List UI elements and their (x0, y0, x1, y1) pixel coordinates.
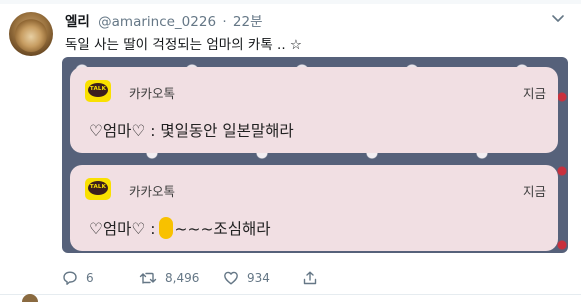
notification-message: ♡엄마♡ : 몇일동안 일본말해라 (89, 122, 294, 140)
notification-app-name: 카카오톡 (129, 86, 176, 101)
notification-card: TALK 카카오톡 지금 ♡엄마♡ : ~~~조심해라 (70, 165, 558, 251)
retweet-button[interactable]: 8,496 (139, 268, 199, 288)
message-suffix: ~~~조심해라 (174, 220, 271, 238)
like-button[interactable]: 934 (223, 268, 270, 288)
like-icon (224, 271, 238, 285)
tweet-time[interactable]: 22분 (233, 14, 263, 30)
notification-app-name: 카카오톡 (129, 184, 176, 199)
chevron-down-icon[interactable] (551, 13, 565, 23)
talk-logo-text: TALK (89, 184, 107, 190)
like-count: 934 (247, 271, 270, 285)
retweet-count: 8,496 (165, 271, 200, 285)
reply-icon (63, 271, 77, 285)
share-icon (303, 271, 317, 285)
tweet-image[interactable]: TALK 카카오톡 지금 ♡엄마♡ : 몇일동안 일본말해라 TALK 카카오톡… (62, 57, 568, 253)
notification-message: ♡엄마♡ : ~~~조심해라 (89, 217, 270, 239)
message-prefix: ♡엄마♡ : (89, 220, 156, 238)
avatar-lion-image (15, 18, 47, 52)
kakaotalk-logo-icon: TALK (85, 80, 111, 102)
previous-tweet-edge (0, 0, 581, 4)
next-tweet-edge (0, 294, 581, 300)
avatar[interactable] (9, 12, 53, 56)
display-name[interactable]: 엘리 (65, 14, 90, 30)
talk-logo-text: TALK (89, 86, 107, 92)
reply-count: 6 (86, 271, 94, 285)
tweet-header: 엘리 @amarince_0226 · 22분 (65, 10, 263, 30)
notification-time: 지금 (522, 184, 546, 199)
notification-time: 지금 (522, 86, 546, 101)
tweet-text: 독일 사는 딸이 걱정되는 엄마의 카톡 .. ☆ (65, 37, 303, 53)
tweet-actions: 6 8,496 934 (62, 268, 482, 288)
redaction-blob (159, 217, 174, 239)
share-button[interactable] (302, 268, 318, 288)
retweet-icon (139, 272, 157, 284)
reply-button[interactable]: 6 (62, 268, 94, 288)
kakaotalk-logo-icon: TALK (85, 178, 111, 200)
notification-card: TALK 카카오톡 지금 ♡엄마♡ : 몇일동안 일본말해라 (70, 67, 558, 153)
user-handle[interactable]: @amarince_0226 (98, 14, 216, 30)
separator-dot: · (222, 14, 227, 30)
